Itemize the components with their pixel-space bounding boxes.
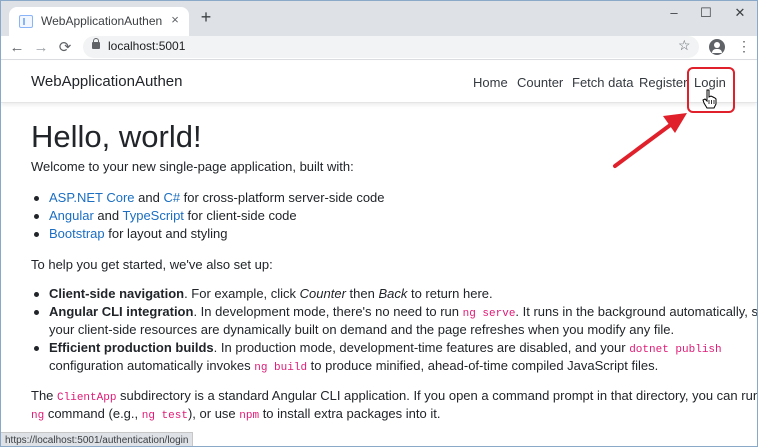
bullet-icon [34,346,39,351]
list-item: Bootstrap for layout and styling [34,225,228,243]
text-span: . In production mode, development-time f… [213,340,630,355]
text-span: and [93,208,123,223]
text-span: configuration automatically invokes [49,358,255,373]
hand-cursor-icon [702,89,717,109]
footer-paragraph-line: ng command (e.g., ng test), or use npm t… [31,405,440,425]
text-span: and [134,190,164,205]
text-span: for layout and styling [104,226,228,241]
code-snippet: ng serve [462,308,516,320]
text-span: ), or use [187,406,240,421]
setup-intro-text: To help you get started, we've also set … [31,257,273,272]
text-span: to install extra packages into it. [259,406,441,421]
text-span: then [345,286,379,301]
text-span: . In development mode, there's no need t… [193,304,463,319]
text-span: to produce minified, ahead-of-time compi… [307,358,659,373]
italic-text: Back [378,286,408,301]
list-item-continuation: your client-side resources are dynamical… [49,322,675,337]
bullet-icon [34,232,39,237]
bold-text: Efficient production builds [49,340,214,355]
bullet-icon [34,292,39,297]
csharp-link[interactable]: C# [163,190,180,205]
list-item: ASP.NET Core and C# for cross-platform s… [34,189,385,207]
bullet-icon [34,196,39,201]
bootstrap-link[interactable]: Bootstrap [49,226,105,241]
code-snippet: ng [31,410,45,422]
bullet-icon [34,310,39,315]
bold-text: Client-side navigation [49,286,185,301]
page-title: Hello, world! [31,119,202,154]
browser-window: WebApplicationAuthen × + – ☐ ✕ ← → ⟳ loc… [0,0,758,447]
aspnet-core-link[interactable]: ASP.NET Core [49,190,135,205]
bold-text: Angular CLI integration [49,304,194,319]
list-item: Efficient production builds. In producti… [34,339,722,359]
footer-paragraph-line: The ClientApp subdirectory is a standard… [31,387,758,407]
text-span: . It runs in the background automaticall… [515,304,758,319]
intro-text: Welcome to your new single-page applicat… [31,159,354,174]
code-snippet: npm [239,410,260,422]
code-snippet: ng test [141,410,188,422]
italic-text: Counter [299,286,346,301]
typescript-link[interactable]: TypeScript [123,208,184,223]
list-item-continuation: configuration automatically invokes ng b… [49,357,658,377]
list-item: Angular and TypeScript for client-side c… [34,207,297,225]
text-span: The [31,388,58,403]
text-span: for cross-platform server-side code [180,190,385,205]
code-snippet: ClientApp [57,392,117,404]
text-span: subdirectory is a standard Angular CLI a… [116,388,758,403]
bullet-icon [34,214,39,219]
text-span: for client-side code [183,208,297,223]
angular-link[interactable]: Angular [49,208,94,223]
code-snippet: dotnet publish [629,344,722,356]
status-bar-url: https://localhost:5001/authentication/lo… [1,432,194,446]
text-span: to return here. [407,286,493,301]
list-item: Angular CLI integration. In development … [34,303,758,323]
text-span: . For example, click [184,286,300,301]
text-span: command (e.g., [44,406,142,421]
code-snippet: ng build [254,362,308,374]
list-item: Client-side navigation. For example, cli… [34,285,493,303]
